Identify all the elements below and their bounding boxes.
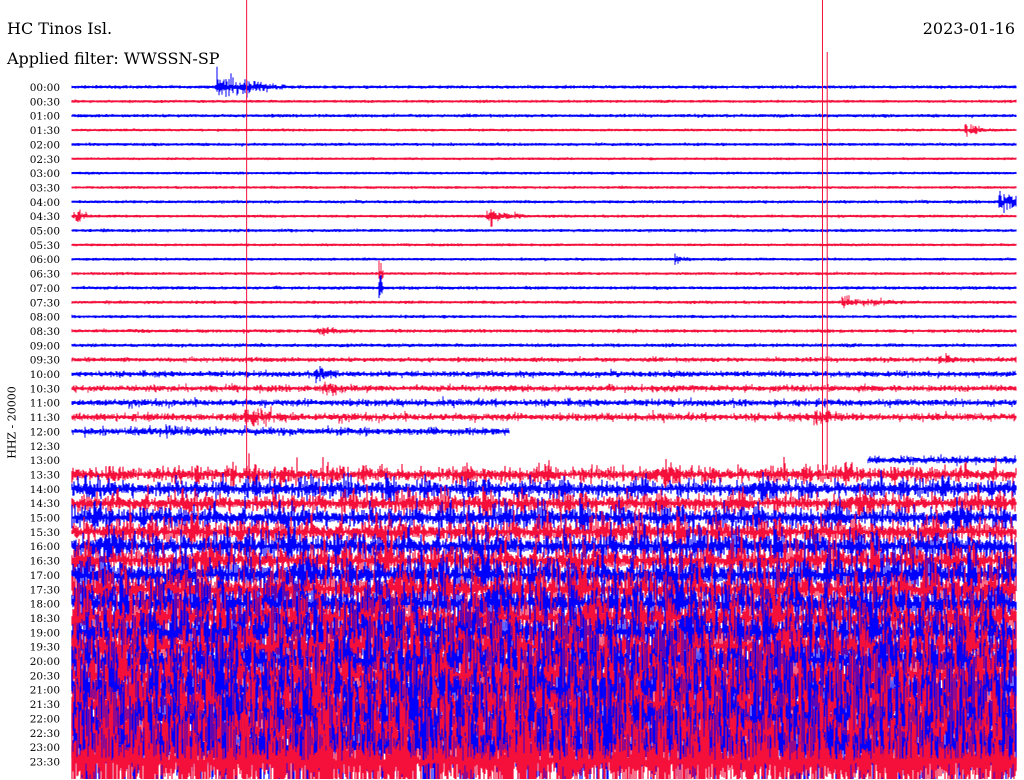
time-label: 07:30 — [30, 297, 60, 309]
time-label: 21:00 — [30, 685, 60, 697]
time-label: 19:30 — [30, 642, 60, 654]
trace-1300 — [867, 454, 1017, 467]
time-label: 15:30 — [30, 527, 60, 539]
trace-1000 — [71, 366, 1017, 384]
time-label: 02:00 — [30, 139, 60, 151]
time-label: 21:30 — [30, 699, 60, 711]
time-label: 08:30 — [30, 326, 60, 338]
time-label: 10:30 — [30, 383, 60, 395]
trace-0830 — [71, 327, 1017, 336]
time-label: 05:30 — [30, 240, 60, 252]
time-label: 05:00 — [30, 226, 60, 238]
time-label: 07:00 — [30, 283, 60, 295]
time-label: 13:30 — [30, 469, 60, 481]
trace-0200 — [71, 142, 1017, 147]
trace-0030 — [71, 99, 1017, 104]
time-label: 04:00 — [30, 197, 60, 209]
trace-1100 — [71, 396, 1017, 409]
seismic-traces — [71, 66, 1017, 779]
time-label: 11:30 — [30, 412, 60, 424]
time-label: 09:30 — [30, 355, 60, 367]
trace-1200 — [71, 424, 510, 439]
time-label: 22:30 — [30, 728, 60, 740]
time-label: 01:00 — [30, 111, 60, 123]
time-label: 18:00 — [30, 599, 60, 611]
time-label: 02:30 — [30, 154, 60, 166]
time-labels: 00:00 00:30 01:00 01:30 02:00 02:30 03:00 03:30… — [30, 82, 60, 768]
trace-0300 — [71, 171, 1017, 175]
trace-0000 — [71, 66, 1017, 98]
trace-0530 — [71, 243, 1017, 247]
time-label: 15:00 — [30, 513, 60, 525]
time-label: 23:30 — [30, 756, 60, 768]
time-label: 12:00 — [30, 426, 60, 438]
trace-0900 — [71, 342, 1017, 348]
time-label: 17:00 — [30, 570, 60, 582]
time-label: 10:00 — [30, 369, 60, 381]
time-label: 19:00 — [30, 627, 60, 639]
time-label: 06:00 — [30, 254, 60, 266]
trace-0700 — [71, 275, 1017, 299]
trace-0800 — [71, 314, 1017, 319]
time-label: 01:30 — [30, 125, 60, 137]
trace-0600 — [71, 253, 1017, 265]
trace-0230 — [71, 157, 1017, 161]
time-label: 03:00 — [30, 168, 60, 180]
time-label: 13:00 — [30, 455, 60, 467]
time-label: 22:00 — [30, 713, 60, 725]
time-label: 00:00 — [30, 82, 60, 94]
time-label: 00:30 — [30, 96, 60, 108]
time-label: 18:30 — [30, 613, 60, 625]
time-label: 14:00 — [30, 484, 60, 496]
time-label: 20:30 — [30, 670, 60, 682]
time-label: 16:30 — [30, 556, 60, 568]
time-label: 16:00 — [30, 541, 60, 553]
helicorder-plot: 00:00 00:30 01:00 01:30 02:00 02:30 03:00 03:30… — [30, 0, 1017, 779]
trace-0630 — [71, 260, 1017, 281]
time-label: 17:30 — [30, 584, 60, 596]
time-label: 09:00 — [30, 340, 60, 352]
trace-0130 — [71, 124, 1017, 137]
time-label: 20:00 — [30, 656, 60, 668]
time-label: 03:30 — [30, 182, 60, 194]
trace-0430 — [71, 209, 1017, 227]
trace-0100 — [71, 113, 1017, 119]
trace-0500 — [71, 228, 1017, 233]
trace-1030 — [71, 381, 1017, 397]
trace-0400 — [71, 190, 1017, 213]
trace-0330 — [71, 185, 1017, 190]
time-label: 12:30 — [30, 441, 60, 453]
trace-0930 — [71, 353, 1017, 364]
time-label: 11:00 — [30, 398, 60, 410]
time-label: 23:00 — [30, 742, 60, 754]
trace-1130 — [71, 406, 1017, 427]
time-label: 14:30 — [30, 498, 60, 510]
trace-0730 — [71, 295, 1017, 309]
time-label: 04:30 — [30, 211, 60, 223]
time-label: 08:00 — [30, 312, 60, 324]
time-label: 06:30 — [30, 269, 60, 281]
